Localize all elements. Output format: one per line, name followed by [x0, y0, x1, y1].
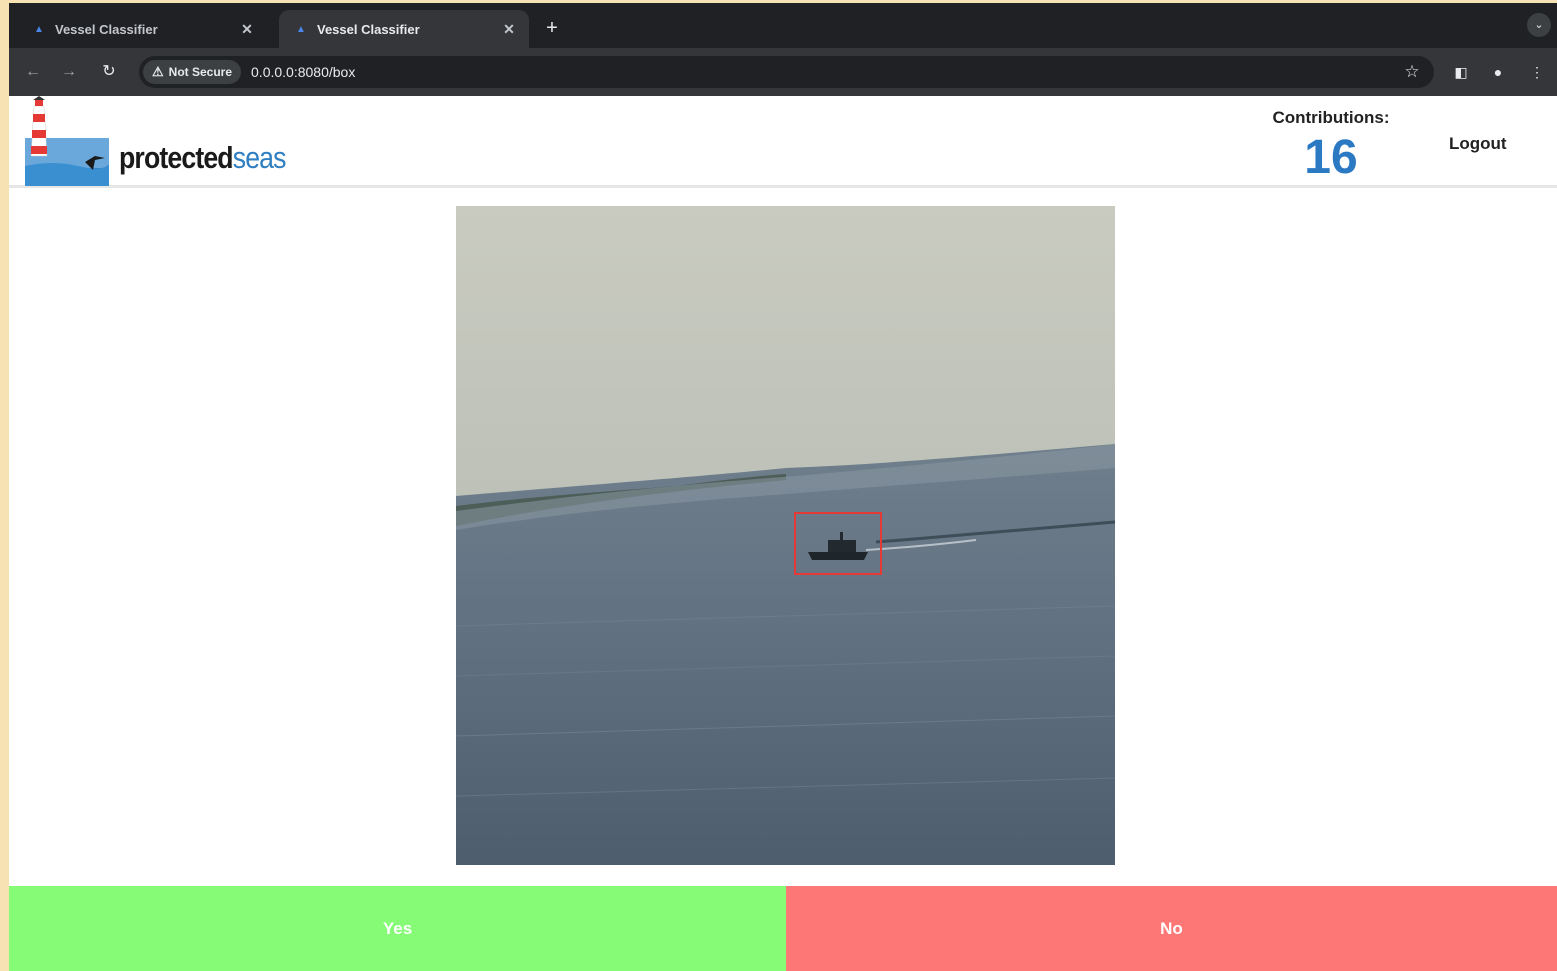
page-header: protectedseas Contributions: 16 Logout	[9, 96, 1557, 188]
profile-icon[interactable]: ●	[1486, 60, 1510, 84]
tab-title: Vessel Classifier	[317, 21, 420, 37]
chevron-down-icon[interactable]: ⌄	[1527, 13, 1551, 37]
reload-icon[interactable]: ↻	[97, 60, 121, 84]
back-arrow-icon[interactable]: ←	[21, 60, 45, 84]
no-button[interactable]: No	[786, 886, 1557, 971]
brand-wordmark: protectedseas	[119, 140, 286, 176]
contributions-label: Contributions:	[1272, 108, 1390, 127]
brand-part-seas: seas	[232, 140, 287, 175]
tab-strip: ▲ Vessel Classifier ✕ ▲ Vessel Classifie…	[9, 3, 1557, 48]
star-icon[interactable]: ☆	[1400, 60, 1424, 84]
close-icon[interactable]: ✕	[239, 21, 255, 38]
favicon-icon: ▲	[34, 23, 44, 35]
new-tab-button[interactable]: +	[539, 15, 565, 41]
security-chip[interactable]: ⚠ Not Secure	[143, 60, 242, 84]
favicon-icon: ▲	[296, 23, 306, 35]
browser-window: ▲ Vessel Classifier ✕ ▲ Vessel Classifie…	[9, 3, 1557, 971]
address-bar[interactable]: ⚠ Not Secure 0.0.0.0:8080/box ☆	[139, 56, 1434, 88]
warning-icon: ⚠	[152, 64, 164, 79]
security-label: Not Secure	[168, 65, 233, 79]
url-text[interactable]: 0.0.0.0:8080/box	[251, 64, 355, 80]
tab-vessel-classifier-2[interactable]: ▲ Vessel Classifier ✕	[279, 10, 529, 48]
tab-title: Vessel Classifier	[55, 21, 158, 37]
browser-toolbar: ← → ↻ ⚠ Not Secure 0.0.0.0:8080/box ☆ ◧ …	[9, 48, 1557, 96]
sidepanel-icon[interactable]: ◧	[1449, 60, 1473, 84]
tab-vessel-classifier-1[interactable]: ▲ Vessel Classifier ✕	[17, 10, 267, 48]
close-icon[interactable]: ✕	[501, 21, 517, 38]
logout-link[interactable]: Logout	[1449, 134, 1507, 154]
contributions-count: 16	[1304, 131, 1358, 184]
brand-part-protected: protected	[119, 140, 234, 175]
forward-arrow-icon[interactable]: →	[57, 60, 81, 84]
kebab-menu-icon[interactable]: ⋮	[1525, 60, 1549, 84]
yes-button[interactable]: Yes	[9, 886, 786, 971]
lighthouse-logo	[25, 96, 109, 186]
vessel-photo	[456, 206, 1115, 865]
